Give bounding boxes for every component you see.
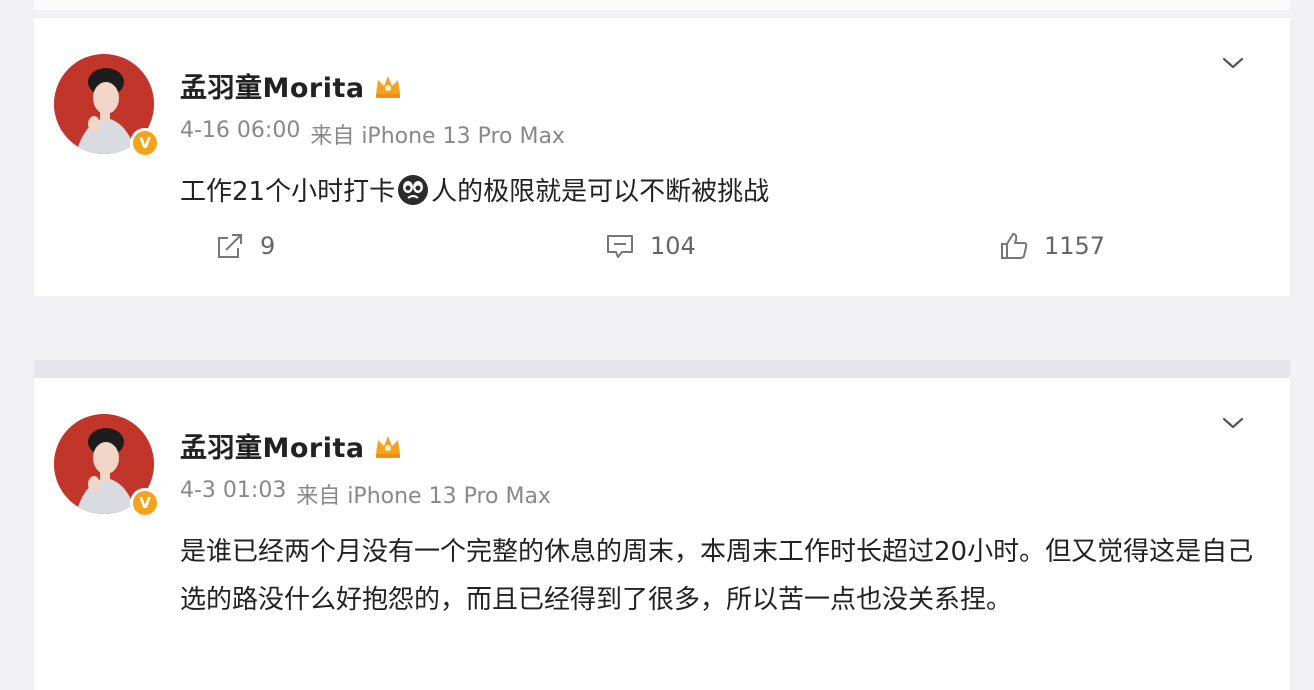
- post-source: 来自 iPhone 13 Pro Max: [310, 124, 565, 149]
- post-text: 工作21个小时打卡 人的极限就是可以不断被挑战: [180, 168, 1260, 216]
- comment-count: 104: [650, 232, 696, 260]
- post-source: 来自 iPhone 13 Pro Max: [296, 484, 551, 509]
- post-text: 是谁已经两个月没有一个完整的休息的周末，本周末工作时长超过20小时。但又觉得这是…: [180, 537, 1254, 615]
- comment-button[interactable]: 104: [604, 230, 696, 262]
- post-actions: 9 104 1157: [34, 230, 1290, 270]
- post-timestamp[interactable]: 4-16 06:00: [180, 118, 300, 150]
- crown-icon: [375, 75, 400, 98]
- repost-count: 9: [260, 232, 276, 260]
- like-count: 1157: [1044, 232, 1106, 260]
- author-row: 孟羽童Morita: [180, 66, 403, 105]
- username[interactable]: 孟羽童Morita: [180, 426, 365, 465]
- feed-top-strip: [34, 0, 1290, 10]
- post-text-part: 人的极限就是可以不断被挑战: [431, 177, 770, 207]
- post-meta: 4-3 01:03 来自 iPhone 13 Pro Max: [180, 478, 551, 510]
- verified-badge: V: [130, 128, 160, 158]
- post-timestamp[interactable]: 4-3 01:03: [180, 478, 286, 510]
- post-text-part: 工作21个小时打卡: [180, 177, 396, 207]
- weibo-feed: V 孟羽童Morita 4-16 06:00 来自 iPhone 13 Pro …: [0, 0, 1314, 690]
- comment-icon: [607, 235, 633, 258]
- post-meta: 4-16 06:00 来自 iPhone 13 Pro Max: [180, 118, 565, 150]
- chevron-down-icon[interactable]: [1220, 54, 1246, 72]
- post-card: V 孟羽童Morita 4-16 06:00 来自 iPhone 13 Pro …: [34, 18, 1290, 296]
- verified-badge: V: [130, 488, 160, 518]
- repost-button[interactable]: 9: [214, 230, 275, 262]
- thumbs-up-icon: [1001, 233, 1028, 259]
- crying-face-emoji: [398, 175, 429, 205]
- crown-icon: [375, 435, 400, 458]
- author-row: 孟羽童Morita: [180, 426, 403, 465]
- chevron-down-icon[interactable]: [1220, 414, 1246, 432]
- repost-icon: [218, 234, 242, 258]
- card-separator-line: [34, 360, 1290, 378]
- like-button[interactable]: 1157: [998, 230, 1105, 262]
- username[interactable]: 孟羽童Morita: [180, 66, 365, 105]
- post-card: V 孟羽童Morita 4-3 01:03 来自 iPhone 13 Pro M…: [34, 378, 1290, 690]
